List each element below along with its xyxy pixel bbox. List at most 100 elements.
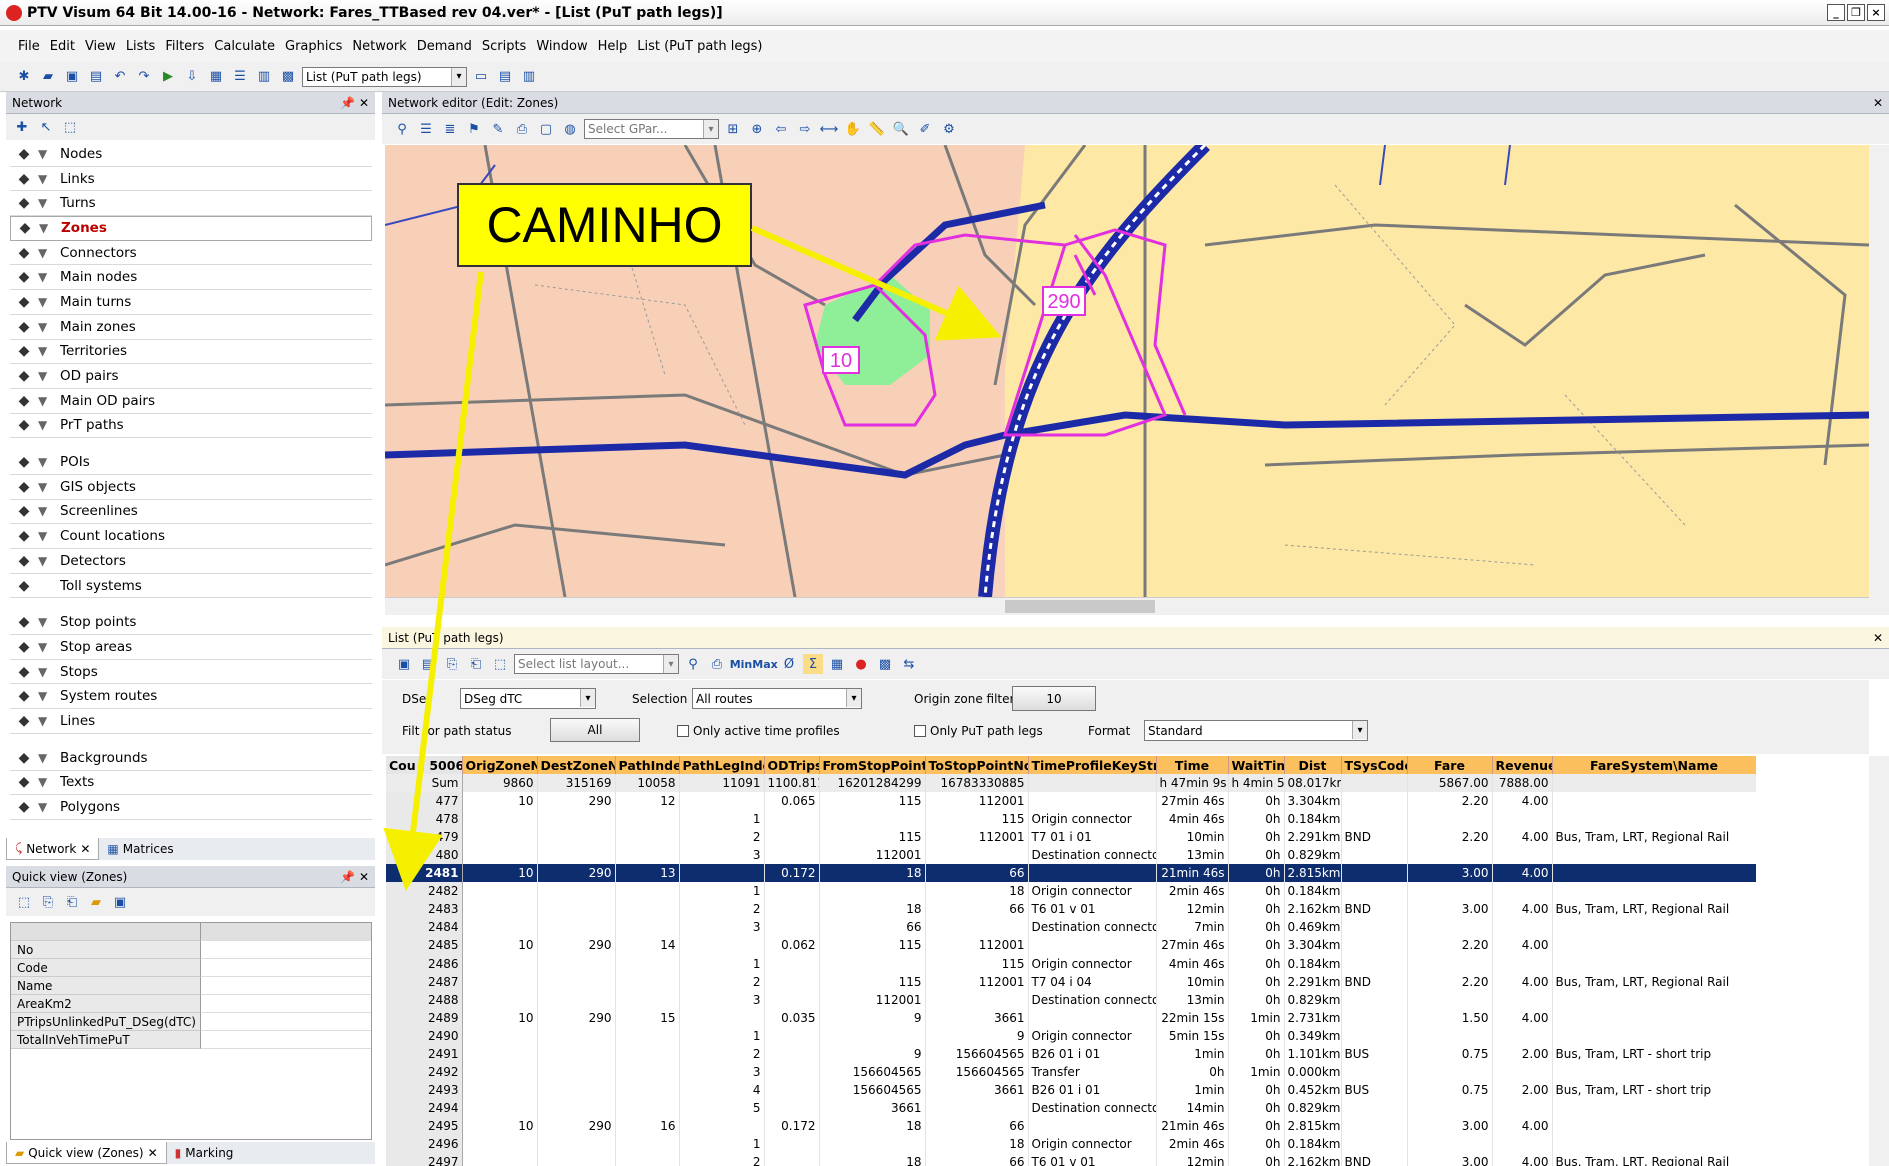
grid-icon[interactable]: ▩ (278, 67, 298, 87)
dseg-select[interactable]: DSeg dTC (460, 688, 596, 709)
edit-icon[interactable]: ✐ (915, 119, 935, 139)
sync-icon[interactable]: ⇆ (899, 654, 919, 674)
network-item-gis-objects[interactable]: ◆ ▼ GIS objects (10, 475, 372, 500)
network-item-od-pairs[interactable]: ◆ ▼ OD pairs (10, 364, 372, 389)
new-icon[interactable]: ✱ (14, 67, 34, 87)
list-view-icon[interactable]: ☰ (416, 119, 436, 139)
filter-funnel-icon[interactable]: ▼ (38, 344, 60, 358)
table-row[interactable]: 2483 2 18 66 T6 01 v 01 12min 0h 2.162km BND 3.00… (386, 900, 1756, 919)
filter-funnel-icon[interactable]: ▼ (38, 147, 60, 161)
filter-funnel-icon[interactable]: ▼ (38, 640, 60, 654)
map-vertical-scrollbar[interactable] (1869, 145, 1889, 615)
back-icon[interactable]: ⇦ (771, 119, 791, 139)
network-item-territories[interactable]: ◆ ▼ Territories (10, 340, 372, 365)
network-item-main-zones[interactable]: ◆ ▼ Main zones (10, 315, 372, 340)
network-item-screenlines[interactable]: ◆ ▼ Screenlines (10, 500, 372, 525)
column-header[interactable]: Revenue (1492, 756, 1553, 775)
filter-funnel-icon[interactable]: ▼ (38, 529, 60, 543)
tab-marking[interactable]: ▮ Marking (167, 1142, 242, 1164)
window-horizontal-icon[interactable]: ▤ (495, 67, 515, 87)
qv-row[interactable]: Name (11, 977, 371, 995)
network-item-system-routes[interactable]: ◆ ▼ System routes (10, 684, 372, 710)
menu-filters[interactable]: Filters (165, 39, 204, 54)
filter-icon[interactable]: ⚑ (464, 119, 484, 139)
zone-label-10[interactable]: 10 (822, 346, 860, 374)
table-row[interactable]: 480 3 112001 Destination connector 13min 0h 0.… (386, 846, 1756, 865)
table-row[interactable]: 2490 1 9 Origin connector 5min 15s 0h 0.349km (386, 1026, 1756, 1045)
column-icon[interactable]: ▦ (827, 654, 847, 674)
avg-icon[interactable]: Ø (779, 654, 799, 674)
table-row[interactable]: 2493 4 156604565 3661 B26 01 i 01 1min 0h 0.452… (386, 1080, 1756, 1099)
qv-save-icon[interactable]: ▣ (110, 892, 130, 912)
run-icon[interactable]: ▶ (158, 67, 178, 87)
menu-help[interactable]: Help (598, 39, 628, 54)
table-row[interactable]: 2481 10 290 13 0.172 18 66 21min 46s 0h 2.815km 3.… (386, 864, 1756, 883)
filter-funnel-icon[interactable]: ▼ (38, 196, 60, 210)
table-row[interactable]: 2482 1 18 Origin connector 2min 46s 0h 0.184km (386, 882, 1756, 901)
menu-network[interactable]: Network (352, 39, 406, 54)
column-header[interactable]: ToStopPointNo (925, 756, 1029, 775)
record-icon[interactable]: ● (851, 654, 871, 674)
table-row[interactable]: 2485 10 290 14 0.062 115 112001 27min 46s 0h 3.30… (386, 936, 1756, 955)
table-row[interactable]: 2486 1 115 Origin connector 4min 46s 0h 0.184k… (386, 954, 1756, 973)
network-item-texts[interactable]: ◆ ▼ Texts (10, 771, 372, 796)
list-icon[interactable]: ☰ (230, 67, 250, 87)
list-layout-select[interactable]: Select list layout... (514, 654, 679, 674)
tab-matrices[interactable]: ▦ Matrices (99, 838, 181, 860)
window-vertical-icon[interactable]: ▥ (519, 67, 539, 87)
magnifier-icon[interactable]: 🔍 (891, 119, 911, 139)
redo-icon[interactable]: ↷ (134, 67, 154, 87)
sum-row[interactable]: Sum986031516910058110911100.811162012842… (386, 774, 1756, 793)
network-item-toll-systems[interactable]: ◆ Toll systems (10, 574, 372, 599)
qv-copy-icon[interactable]: ⎘ (38, 892, 58, 912)
filter-funnel-icon[interactable]: ▼ (39, 221, 61, 235)
open-icon[interactable]: ▰ (38, 67, 58, 87)
filter-funnel-icon[interactable]: ▼ (38, 665, 60, 679)
menu-graphics[interactable]: Graphics (285, 39, 342, 54)
view-select[interactable]: List (PuT path legs) (302, 66, 467, 87)
qv-open-icon[interactable]: ▰ (86, 892, 106, 912)
column-header[interactable]: Dist (1284, 756, 1342, 775)
column-header[interactable]: ODTrips (764, 756, 820, 775)
menu-calculate[interactable]: Calculate (214, 39, 275, 54)
insert-icon[interactable]: ✚ (12, 117, 32, 137)
filter-funnel-icon[interactable]: ▼ (38, 246, 60, 260)
column-header[interactable]: TimeProfileKeyString (1028, 756, 1157, 775)
network-item-count-locations[interactable]: ◆ ▼ Count locations (10, 524, 372, 549)
grid-lines-icon[interactable]: ▩ (875, 654, 895, 674)
measure-icon[interactable]: 📏 (867, 119, 887, 139)
menu-lists[interactable]: Lists (126, 39, 156, 54)
qv-row[interactable]: AreaKm2 (11, 995, 371, 1013)
filter-funnel-icon[interactable]: ▼ (38, 554, 60, 568)
filter-funnel-icon[interactable]: ▼ (38, 172, 60, 186)
sum-icon[interactable]: Σ (803, 654, 823, 674)
settings-icon[interactable]: ⚙ (939, 119, 959, 139)
path-status-all-button[interactable]: All (550, 718, 640, 742)
globe-icon[interactable]: ◍ (560, 119, 580, 139)
max-icon[interactable]: Max (752, 654, 777, 674)
map-horizontal-scrollbar[interactable] (385, 597, 1869, 615)
menu-window[interactable]: Window (536, 39, 587, 54)
network-item-links[interactable]: ◆ ▼ Links (10, 167, 372, 192)
restore-button[interactable]: ❐ (1847, 4, 1865, 21)
network-item-main-turns[interactable]: ◆ ▼ Main turns (10, 290, 372, 315)
graphics-icon[interactable]: ✎ (488, 119, 508, 139)
table-row[interactable]: 2492 3 156604565 156604565 Transfer 0h 1min 0.0… (386, 1062, 1756, 1081)
column-header[interactable]: DestZoneNo (537, 756, 616, 775)
select-rect-icon[interactable]: ⬚ (60, 117, 80, 137)
table-icon[interactable]: ▥ (254, 67, 274, 87)
select-icon[interactable]: ↖ (36, 117, 56, 137)
filter-funnel-icon[interactable]: ▼ (38, 615, 60, 629)
list-copy-icon[interactable]: ⎘ (442, 654, 462, 674)
filter-funnel-icon[interactable]: ▼ (38, 504, 60, 518)
origin-zone-filter-input[interactable]: 10 (1012, 686, 1096, 711)
binoculars-icon[interactable]: ⚲ (392, 119, 412, 139)
column-header[interactable]: WaitTime (1228, 756, 1285, 775)
map-scroll-thumb[interactable] (1005, 600, 1155, 613)
column-header[interactable]: PathIndex (615, 756, 680, 775)
qv-row[interactable]: PTripsUnlinkedPuT_DSeg(dTC) (11, 1013, 371, 1031)
column-header[interactable]: FromStopPointNo (819, 756, 926, 775)
column-header[interactable]: PathLegIndex (679, 756, 765, 775)
menu-scripts[interactable]: Scripts (482, 39, 526, 54)
filter-funnel-icon[interactable]: ▼ (38, 394, 60, 408)
